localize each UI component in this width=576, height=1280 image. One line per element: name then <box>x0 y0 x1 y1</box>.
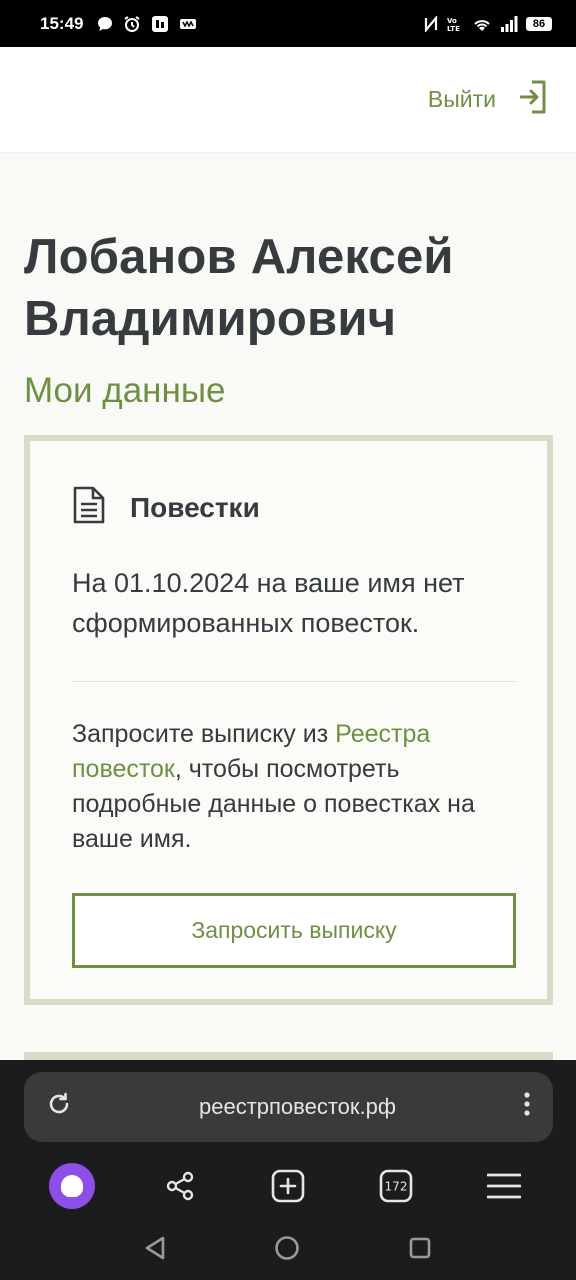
browser-toolbar: реестрповесток.рф 172 <box>0 1060 576 1220</box>
menu-icon[interactable] <box>481 1163 527 1209</box>
document-icon <box>72 485 106 530</box>
card-title: Повестки <box>130 491 260 523</box>
system-nav-bar <box>0 1220 576 1280</box>
card-divider <box>72 681 516 682</box>
logout-icon <box>518 80 548 120</box>
app-notification-icon <box>151 15 169 33</box>
address-bar[interactable]: реестрповесток.рф <box>24 1072 553 1142</box>
home-icon[interactable] <box>274 1235 300 1266</box>
svg-text:Vo: Vo <box>447 17 457 25</box>
logout-button[interactable]: Выйти <box>428 80 548 120</box>
volte-icon: Vo LTE <box>446 15 464 33</box>
summons-card: Повестки На 01.10.2024 на ваше имя нет с… <box>24 435 553 1005</box>
alice-assistant-icon[interactable] <box>49 1163 95 1209</box>
registry-note-prefix: Запросите выписку из <box>72 720 336 748</box>
tabs-count: 172 <box>385 1180 408 1194</box>
status-bar: 15:49 Vo LTE 86 <box>0 0 576 47</box>
svg-text:LTE: LTE <box>447 25 460 33</box>
browser-bottom-tools: 172 <box>0 1156 576 1216</box>
more-options-icon[interactable] <box>523 1091 531 1123</box>
url-text: реестрповесток.рф <box>199 1094 396 1119</box>
nfc-icon <box>424 15 438 32</box>
recents-icon[interactable] <box>408 1236 432 1265</box>
wifi-icon <box>472 16 492 32</box>
messenger-notification-icon <box>179 17 197 31</box>
status-time: 15:49 <box>40 13 84 33</box>
back-icon[interactable] <box>144 1236 166 1265</box>
user-full-name: Лобанов Алексей Владимирович <box>24 230 454 346</box>
signal-icon <box>500 15 518 32</box>
next-card-edge <box>24 1052 553 1060</box>
share-icon[interactable] <box>157 1163 203 1209</box>
site-header: Выйти <box>0 47 576 153</box>
tabs-counter-button[interactable]: 172 <box>373 1163 419 1209</box>
battery-indicator: 86 <box>526 16 552 31</box>
chat-notification-icon <box>97 16 113 32</box>
reload-icon[interactable] <box>46 1091 72 1123</box>
request-extract-button[interactable]: Запросить выписку <box>72 893 516 968</box>
summons-status-text: На 01.10.2024 на ваше имя нет сформирова… <box>72 568 465 638</box>
alarm-icon <box>123 15 141 33</box>
card-header: Повестки <box>72 485 260 530</box>
section-title-my-data: Мои данные <box>24 371 226 410</box>
main-content: Лобанов Алексей Владимирович Мои данные <box>24 153 554 412</box>
registry-note: Запросите выписку из Реестра повесток, ч… <box>72 717 522 857</box>
logout-label: Выйти <box>427 86 496 112</box>
new-tab-icon[interactable] <box>265 1163 311 1209</box>
